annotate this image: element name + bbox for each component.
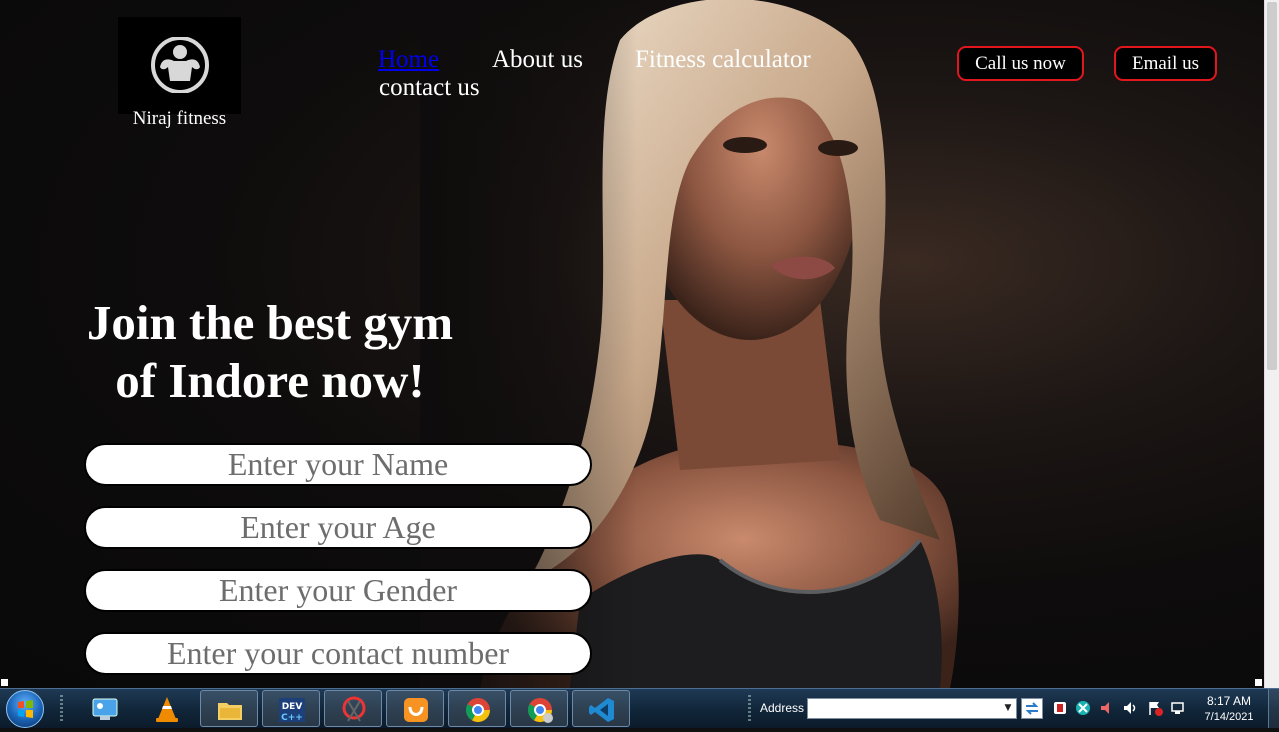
snipping-tool-icon[interactable]: [324, 690, 382, 727]
svg-text:C++: C++: [281, 713, 303, 723]
brand-name: Niraj fitness: [132, 108, 227, 129]
chrome-logo-icon: [465, 698, 490, 723]
email-us-button[interactable]: Email us: [1114, 46, 1217, 81]
nav-fitness-calculator-link[interactable]: Fitness calculator: [635, 44, 811, 76]
scrollbar-thumb[interactable]: [1267, 2, 1277, 370]
speaker-icon[interactable]: [1122, 700, 1138, 716]
call-us-button[interactable]: Call us now: [957, 46, 1084, 81]
headline-line-2: of Indore now!: [115, 353, 425, 408]
chrome-profile-icon[interactable]: [510, 690, 568, 727]
logo[interactable]: [118, 17, 241, 114]
volume-mute-small-icon[interactable]: [1098, 700, 1114, 716]
uc-browser-icon[interactable]: [386, 690, 444, 727]
folder-icon: [218, 703, 242, 720]
address-go-button[interactable]: [1021, 698, 1043, 719]
vertical-scrollbar[interactable]: [1264, 0, 1279, 688]
address-input[interactable]: [807, 698, 1017, 719]
chevron-down-icon[interactable]: ▼: [1000, 699, 1016, 718]
toolbar-grip[interactable]: [748, 695, 751, 723]
devcpp-icon[interactable]: DEV C++: [262, 690, 320, 727]
windows-taskbar: DEV C++ Address ▼ 8:17 AM 7/14/2021: [0, 688, 1279, 728]
uc-browser-logo-icon: [404, 698, 428, 722]
vscode-icon[interactable]: [572, 690, 630, 727]
browser-viewport: Niraj fitness Home About us Fitness calc…: [0, 0, 1264, 688]
nav-contact-link[interactable]: contact us: [379, 72, 480, 104]
headline-line-1: Join the best gym: [86, 295, 454, 350]
vlc-cone-icon: [156, 697, 178, 722]
svg-text:DEV: DEV: [282, 702, 303, 712]
system-clock[interactable]: 8:17 AM 7/14/2021: [1196, 693, 1262, 725]
resize-handle-left: [1, 679, 8, 686]
bodybuilder-icon: [151, 37, 209, 93]
devcpp-logo-icon: DEVC++: [279, 698, 305, 723]
network-assistant-icon[interactable]: [1075, 700, 1091, 716]
file-explorer-icon[interactable]: [200, 690, 258, 727]
scissors-icon: [342, 696, 366, 722]
gender-input[interactable]: [84, 569, 592, 612]
resize-handle-right: [1255, 679, 1262, 686]
taskbar-grip[interactable]: [60, 695, 63, 723]
nav-about-link[interactable]: About us: [492, 44, 583, 76]
control-panel-icon-graphic: [92, 698, 118, 720]
action-center-flag-icon[interactable]: [1147, 700, 1163, 716]
security-shield-icon[interactable]: [1052, 700, 1068, 716]
contact-number-input[interactable]: [84, 632, 592, 675]
show-desktop-button[interactable]: [1268, 689, 1279, 728]
start-orb[interactable]: [6, 690, 44, 728]
chrome-icon[interactable]: [448, 690, 506, 727]
address-label: Address: [760, 701, 805, 715]
control-panel-icon[interactable]: [76, 690, 134, 727]
vlc-icon[interactable]: [138, 690, 196, 727]
name-input[interactable]: [84, 443, 592, 486]
clock-date: 7/14/2021: [1204, 711, 1254, 723]
vscode-logo-icon: [589, 698, 614, 722]
age-input[interactable]: [84, 506, 592, 549]
clock-time: 8:17 AM: [1206, 694, 1252, 708]
hero-headline: Join the best gym of Indore now!: [60, 294, 480, 410]
network-icon[interactable]: [1171, 700, 1187, 716]
chrome-profile-logo-icon: [527, 698, 553, 723]
go-arrows-icon: [1025, 702, 1039, 715]
windows-logo-icon: [18, 700, 33, 718]
